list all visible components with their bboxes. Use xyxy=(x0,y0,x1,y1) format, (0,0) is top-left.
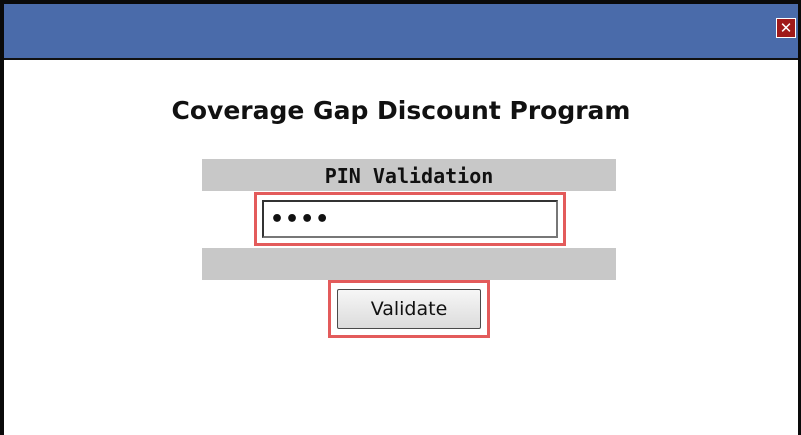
page-title: Coverage Gap Discount Program xyxy=(171,96,631,125)
pin-validation-dialog: ✕ Coverage Gap Discount Program PIN Vali… xyxy=(0,0,801,435)
pin-validation-header: PIN Validation xyxy=(202,159,616,191)
pin-input-highlight xyxy=(254,192,566,246)
validate-button[interactable]: Validate xyxy=(337,289,481,329)
pin-validation-footer-bar xyxy=(202,248,616,280)
close-button[interactable]: ✕ xyxy=(776,18,796,38)
validate-button-highlight: Validate xyxy=(328,280,490,338)
dialog-titlebar: ✕ xyxy=(4,4,798,60)
close-icon: ✕ xyxy=(779,19,793,37)
pin-input[interactable] xyxy=(262,200,558,238)
